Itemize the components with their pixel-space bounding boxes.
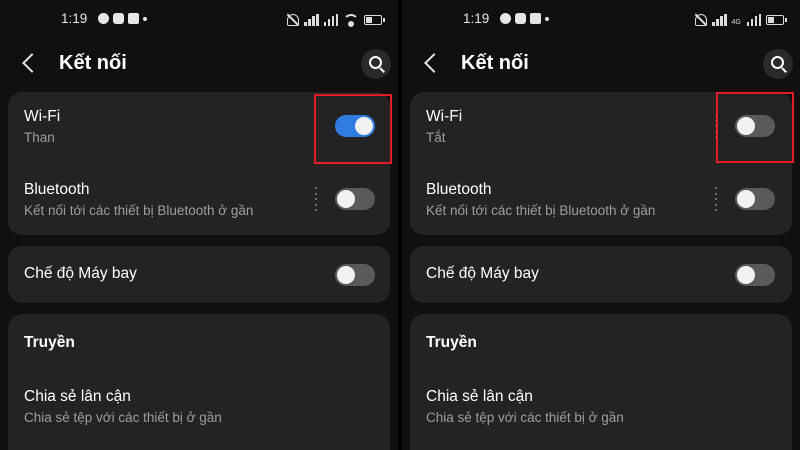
search-icon[interactable] [361, 49, 391, 79]
page-title: Kết nối [461, 52, 529, 74]
signal-icon-2 [323, 14, 338, 26]
highlight-box [716, 92, 794, 163]
network-type-label: 4G [731, 19, 741, 26]
signal-icon [304, 14, 319, 26]
transfer-card: Truyền Chia sẻ lân cận Chia sẻ tệp với c… [410, 314, 792, 450]
nearby-share-row[interactable]: Chia sẻ lân cận Chia sẻ tệp với các thiế… [426, 388, 792, 425]
messenger-icon [98, 13, 109, 24]
bluetooth-divider [714, 187, 718, 211]
nearby-share-label: Chia sẻ lân cận [24, 388, 131, 405]
battery-icon [364, 15, 385, 25]
status-bar: 1:19 4G [402, 8, 800, 28]
system-icons [287, 12, 385, 27]
back-icon[interactable] [421, 52, 443, 74]
status-time: 1:19 [463, 11, 490, 26]
airplane-mode-toggle[interactable] [335, 264, 375, 286]
section-header-transfer: Truyền [24, 334, 75, 351]
chat-icon [113, 13, 124, 24]
signal-icon-2 [746, 14, 761, 26]
toggle-knob [737, 190, 755, 208]
airplane-card: Chế độ Máy bay [410, 246, 792, 303]
toggle-knob [337, 266, 355, 284]
nearby-share-status: Chia sẻ tệp với các thiết bị ở gần [24, 410, 222, 425]
battery-icon [766, 15, 787, 25]
transfer-card: Truyền Chia sẻ lân cận Chia sẻ tệp với c… [8, 314, 390, 450]
bluetooth-divider [314, 187, 318, 211]
bluetooth-toggle[interactable] [735, 188, 775, 210]
nearby-share-row[interactable]: Chia sẻ lân cận Chia sẻ tệp với các thiế… [24, 388, 390, 425]
app-bar: Kết nối [402, 44, 800, 84]
nearby-share-status: Chia sẻ tệp với các thiết bị ở gần [426, 410, 624, 425]
transfer-header-row: Truyền [24, 334, 390, 352]
chat-icon [515, 13, 526, 24]
mute-icon [287, 14, 299, 26]
page-title: Kết nối [59, 52, 127, 74]
back-icon[interactable] [19, 52, 41, 74]
nearby-share-label: Chia sẻ lân cận [426, 388, 533, 405]
system-icons: 4G [695, 12, 787, 26]
signal-icon [712, 14, 727, 26]
status-time: 1:19 [61, 11, 88, 26]
mute-icon [695, 14, 707, 26]
notification-icons [500, 13, 549, 24]
transfer-header-row: Truyền [426, 334, 792, 352]
phone-screen-right: 1:19 4G Kết nối Wi-Fi Tắt Bluetooth Kết … [402, 0, 800, 450]
app-bar: Kết nối [0, 44, 398, 84]
section-header-transfer: Truyền [426, 334, 477, 351]
airplane-card: Chế độ Máy bay [8, 246, 390, 303]
image-icon [128, 13, 139, 24]
notification-icons [98, 13, 147, 24]
highlight-box [314, 94, 392, 164]
toggle-knob [737, 266, 755, 284]
image-icon [530, 13, 541, 24]
bluetooth-toggle[interactable] [335, 188, 375, 210]
search-icon[interactable] [763, 49, 793, 79]
messenger-icon [500, 13, 511, 24]
toggle-knob [337, 190, 355, 208]
more-notifications-icon [143, 17, 147, 21]
airplane-mode-toggle[interactable] [735, 264, 775, 286]
more-notifications-icon [545, 17, 549, 21]
wifi-status-icon [343, 14, 359, 27]
phone-screen-left: 1:19 Kết nối Wi-Fi Than Bluetooth Kết nố… [0, 0, 398, 450]
bluetooth-status: Kết nối tới các thiết bị Bluetooth ở gần [24, 203, 254, 218]
status-bar: 1:19 [0, 8, 398, 28]
